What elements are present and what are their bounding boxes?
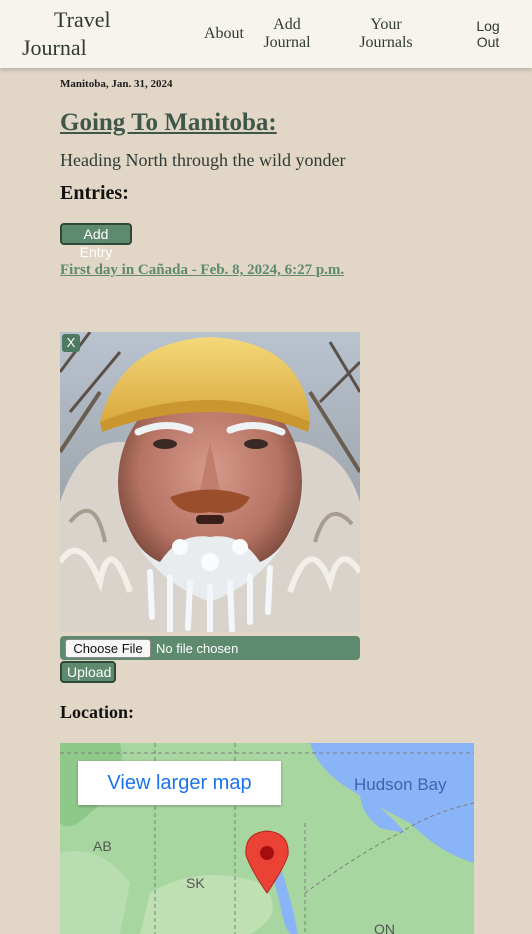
nav-your-journals-line-1: Your xyxy=(370,16,402,33)
file-input[interactable]: Choose File No file chosen xyxy=(60,636,360,660)
map-label-on: ON xyxy=(374,921,395,934)
nav-logout-line-1: Log xyxy=(476,18,500,34)
nav-add-journal-line-1: Add xyxy=(273,16,301,33)
file-status-text: No file chosen xyxy=(156,641,239,656)
location-heading: Location: xyxy=(60,702,134,722)
journal-photo: X xyxy=(60,332,360,632)
nav-your-journals-line-2: Journals xyxy=(359,34,413,51)
nav-add-journal-line-2: Journal xyxy=(263,34,311,51)
choose-file-button[interactable]: Choose File xyxy=(65,639,151,658)
site-brand[interactable]: Travel Journal xyxy=(22,6,111,62)
nav-add-journal-link[interactable]: Add Journal xyxy=(258,16,316,52)
brand-line-2: Journal xyxy=(22,35,87,60)
site-header: Travel Journal About Add Journal Your Jo… xyxy=(0,0,532,68)
brand-line-1: Travel xyxy=(54,7,111,32)
entry-link[interactable]: First day in Cañada - Feb. 8, 2024, 6:27… xyxy=(60,262,344,279)
nav-about-link[interactable]: About xyxy=(198,25,250,43)
map-label-ab: AB xyxy=(93,838,112,854)
add-entry-button[interactable]: Add Entry xyxy=(60,223,132,260)
location-map[interactable]: View larger map Hudson Bay AB SK ON xyxy=(60,743,474,934)
entries-heading: Entries: xyxy=(60,182,129,204)
journal-date: Manitoba, Jan. 31, 2024 xyxy=(60,78,173,90)
map-label-sk: SK xyxy=(186,875,205,891)
upload-button[interactable]: Upload xyxy=(60,661,116,683)
nav-your-journals-link[interactable]: Your Journals xyxy=(352,16,420,52)
journal-title[interactable]: Going To Manitoba: xyxy=(60,109,277,137)
remove-photo-button[interactable]: X xyxy=(62,334,80,352)
view-larger-map-button[interactable]: View larger map xyxy=(78,761,281,805)
map-label-hudson-bay: Hudson Bay xyxy=(354,775,447,794)
nav-logout-link[interactable]: Log Out xyxy=(468,18,508,50)
journal-description: Heading North through the wild yonder xyxy=(60,150,346,170)
nav-logout-line-2: Out xyxy=(476,34,500,50)
photo-image xyxy=(60,332,360,632)
